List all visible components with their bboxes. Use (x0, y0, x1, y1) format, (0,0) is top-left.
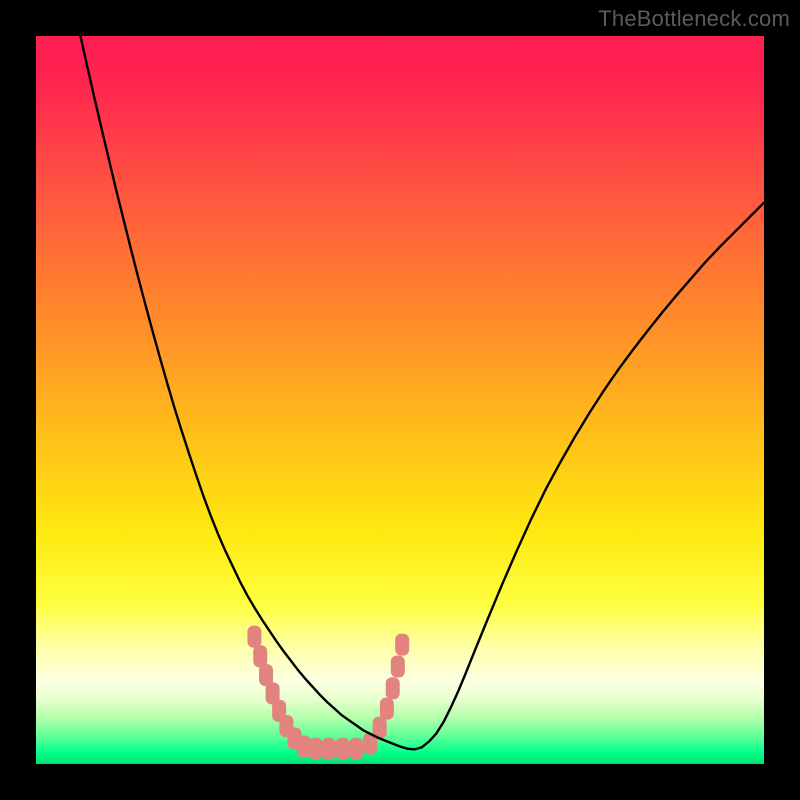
chart-frame: TheBottleneck.com (0, 0, 800, 800)
marker-point (349, 738, 363, 760)
chart-svg (36, 36, 764, 764)
marker-point (380, 698, 394, 720)
marker-point (322, 738, 336, 760)
watermark-text: TheBottleneck.com (598, 6, 790, 32)
marker-point (335, 738, 349, 760)
marker-point (386, 677, 400, 699)
plot-area (36, 36, 764, 764)
marker-point (253, 645, 267, 667)
marker-point (309, 738, 323, 760)
marker-point (391, 655, 405, 677)
marker-point (247, 626, 261, 648)
marker-point (395, 634, 409, 656)
